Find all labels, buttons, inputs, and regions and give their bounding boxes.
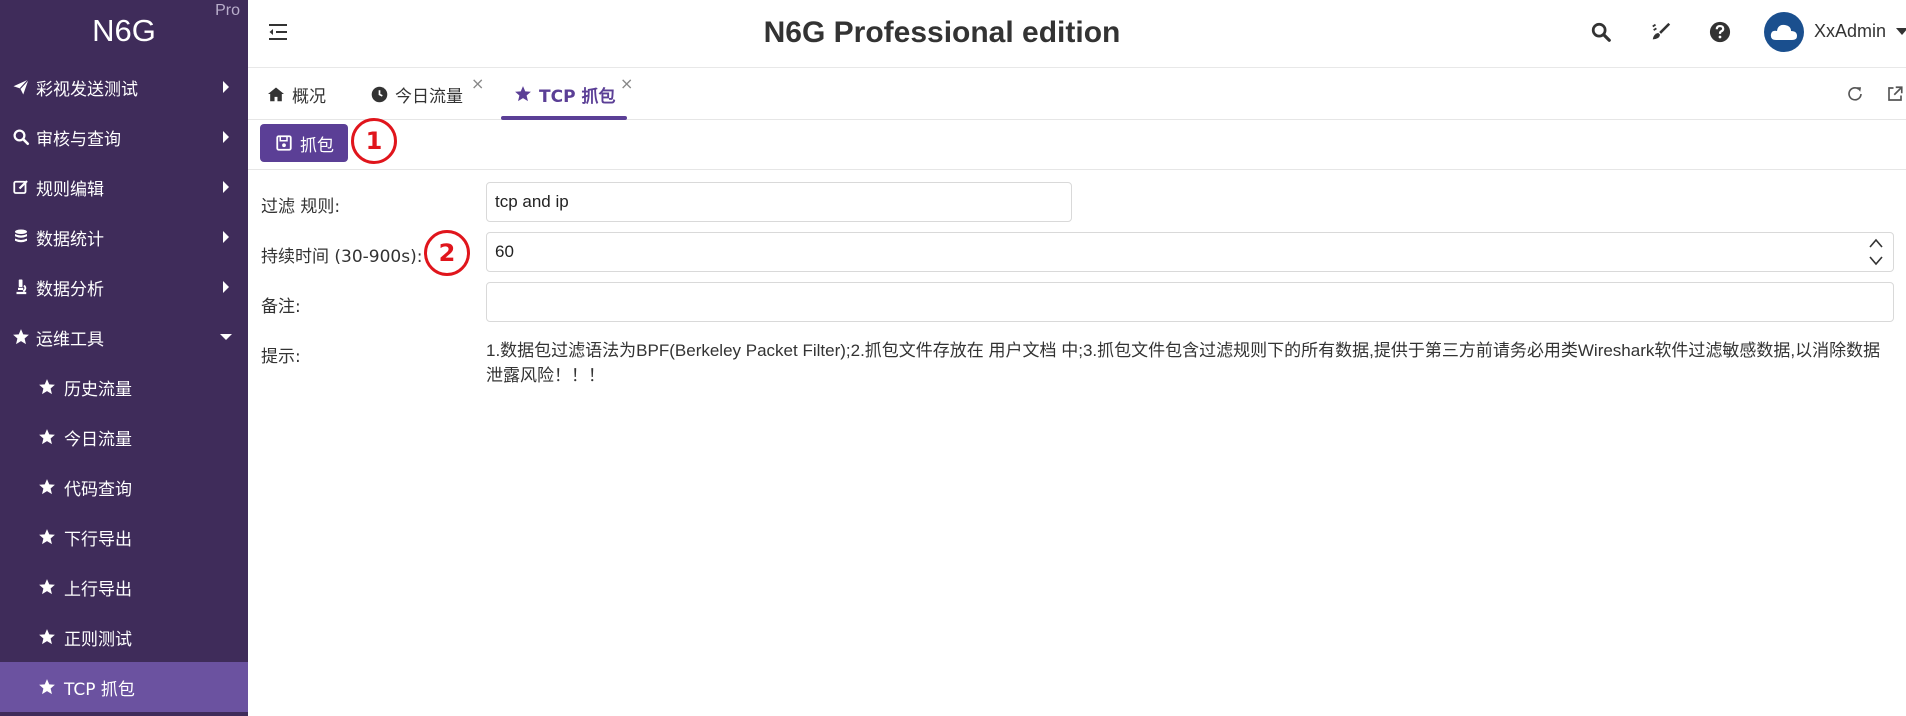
clock-icon	[369, 84, 389, 104]
sidebar-item-label: 数据分析	[36, 279, 104, 300]
capture-button-label: 抓包	[300, 135, 334, 156]
number-stepper[interactable]	[1867, 237, 1885, 267]
sidebar-item-label: 彩视发送测试	[36, 79, 138, 100]
sidebar-subitem-label: 代码查询	[64, 479, 132, 500]
hint-label: 提示:	[261, 347, 301, 367]
sidebar-subitem-label: 正则测试	[64, 629, 132, 650]
sidebar-item-rules[interactable]: 规则编辑	[0, 162, 248, 212]
sidebar-subitem-label: 上行导出	[64, 579, 132, 600]
filter-rule-value: tcp and ip	[495, 192, 569, 211]
sidebar-item-analysis[interactable]: 数据分析	[0, 262, 248, 312]
filter-rule-label: 过滤 规则:	[261, 197, 341, 217]
duration-label: 持续时间 (30-900s):	[261, 247, 423, 267]
note-label: 备注:	[261, 297, 301, 317]
refresh-icon[interactable]	[1844, 83, 1866, 105]
duration-value: 60	[495, 242, 514, 261]
caret-right-icon	[220, 81, 232, 93]
sidebar-subitem-tcp-capture[interactable]: TCP 抓包	[0, 662, 248, 712]
brand: N6G Pro	[0, 0, 248, 62]
tab-tcp-capture[interactable]: TCP 抓包	[500, 68, 628, 120]
sidebar-subitem-label: TCP 抓包	[64, 679, 135, 700]
save-icon	[274, 133, 294, 153]
toolbar: 抓包	[248, 120, 1906, 170]
close-icon[interactable]: ×	[471, 74, 484, 93]
caret-right-icon	[220, 281, 232, 293]
close-icon[interactable]: ×	[620, 74, 633, 93]
sidebar-item-ops-tools[interactable]: 运维工具	[0, 312, 248, 362]
callout-marker-2: 2	[424, 230, 470, 276]
sidebar-item-label: 规则编辑	[36, 179, 104, 200]
tab-label: 今日流量	[395, 86, 463, 107]
star-icon	[36, 626, 58, 648]
search-icon	[10, 126, 32, 148]
tab-overview[interactable]: 概况	[266, 68, 326, 120]
sidebar-subitem-today-traffic[interactable]: 今日流量	[0, 412, 248, 462]
star-icon	[36, 426, 58, 448]
sidebar-item-label: 运维工具	[36, 329, 104, 350]
sidebar: N6G Pro 彩视发送测试 审核与查询 规则编辑 数据统计 数据分析 运维工具…	[0, 0, 248, 716]
sidebar-subitem-code-query[interactable]: 代码查询	[0, 462, 248, 512]
star-icon	[36, 576, 58, 598]
note-input[interactable]	[486, 282, 1894, 322]
sidebar-item-label: 审核与查询	[36, 129, 121, 150]
capture-button[interactable]: 抓包	[260, 124, 348, 162]
star-icon	[10, 326, 32, 348]
paper-plane-icon	[10, 76, 32, 98]
star-icon	[36, 476, 58, 498]
brand-badge: Pro	[215, 2, 240, 19]
chevron-up-icon	[1869, 238, 1883, 248]
caret-down-icon	[220, 331, 232, 343]
star-icon	[36, 526, 58, 548]
tab-label: 概况	[292, 86, 326, 107]
open-external-icon[interactable]	[1884, 83, 1906, 105]
avatar[interactable]	[1764, 12, 1804, 52]
star-icon	[513, 84, 533, 104]
app-title: N6G Professional edition	[763, 16, 1121, 49]
tab-bar: 概况 今日流量 × TCP 抓包 ×	[248, 68, 1906, 120]
sidebar-subitem-regex-test[interactable]: 正则测试	[0, 612, 248, 662]
sidebar-subitem-label: 历史流量	[64, 379, 132, 400]
filter-rule-input[interactable]: tcp and ip	[486, 182, 1072, 222]
sidebar-subitem-downlink-export[interactable]: 下行导出	[0, 512, 248, 562]
user-name[interactable]: XxAdmin	[1814, 21, 1886, 42]
sidebar-subitem-label: 下行导出	[64, 529, 132, 550]
sidebar-subitem-uplink-export[interactable]: 上行导出	[0, 562, 248, 612]
home-icon	[266, 84, 286, 104]
caret-right-icon	[220, 231, 232, 243]
sidebar-item-stats[interactable]: 数据统计	[0, 212, 248, 262]
duration-input[interactable]: 60	[486, 232, 1894, 272]
star-icon	[36, 376, 58, 398]
sidebar-subitem-label: 今日流量	[64, 429, 132, 450]
callout-marker-1: 1	[351, 118, 397, 164]
search-icon[interactable]	[1588, 19, 1614, 45]
hint-text: 1.数据包过滤语法为BPF(Berkeley Packet Filter);2.…	[486, 341, 1881, 385]
microscope-icon	[10, 276, 32, 298]
sidebar-item-send-test[interactable]: 彩视发送测试	[0, 62, 248, 112]
sidebar-item-audit[interactable]: 审核与查询	[0, 112, 248, 162]
tab-label: TCP 抓包	[539, 86, 616, 107]
caret-right-icon	[220, 131, 232, 143]
edit-icon	[10, 176, 32, 198]
theme-palette-icon[interactable]	[1648, 19, 1674, 45]
caret-down-icon[interactable]	[1896, 28, 1906, 35]
database-icon	[10, 226, 32, 248]
sidebar-subitem-history-traffic[interactable]: 历史流量	[0, 362, 248, 412]
caret-right-icon	[220, 181, 232, 193]
help-icon[interactable]	[1707, 19, 1733, 45]
tab-today-traffic[interactable]: 今日流量	[369, 68, 463, 120]
top-header: N6G Professional edition XxAdmin	[248, 0, 1906, 68]
sidebar-item-label: 数据统计	[36, 229, 104, 250]
chevron-down-icon	[1869, 256, 1883, 266]
star-icon	[36, 676, 58, 698]
brand-name: N6G	[92, 13, 156, 48]
